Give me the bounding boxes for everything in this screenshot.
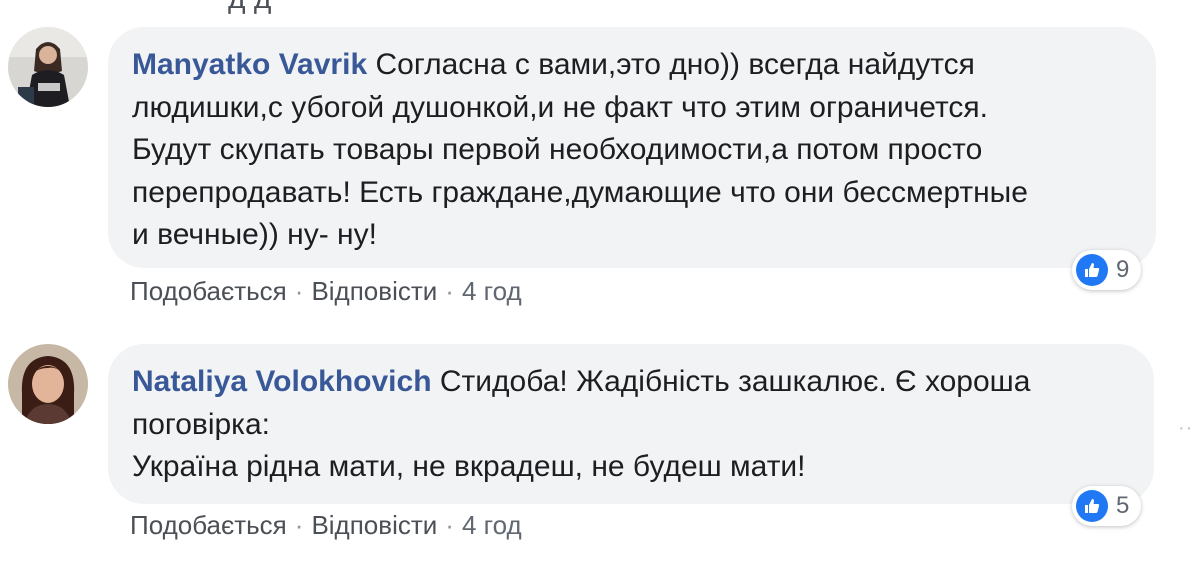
separator: · xyxy=(445,510,454,540)
comment-author[interactable]: Manyatko Vavrik xyxy=(132,48,367,81)
like-icon xyxy=(1076,254,1108,286)
separator: · xyxy=(294,510,304,540)
comment-time[interactable]: 4 год xyxy=(462,276,522,306)
like-link[interactable]: Подобається xyxy=(130,510,287,540)
avatar[interactable] xyxy=(8,344,88,424)
more-options-icon[interactable]: ·· xyxy=(1178,417,1193,440)
cut-off-text: д д xyxy=(228,0,271,16)
comment-time[interactable]: 4 год xyxy=(462,510,522,540)
reply-link[interactable]: Відповісти xyxy=(311,276,437,306)
separator: · xyxy=(294,276,304,306)
comment-actions: Подобається · Відповісти · 4 год xyxy=(130,276,522,307)
separator: · xyxy=(445,276,454,306)
comment-actions: Подобається · Відповісти · 4 год xyxy=(130,510,522,541)
reaction-count: 5 xyxy=(1116,492,1130,519)
comment-bubble: Manyatko Vavrik Согласна с вами,это дно)… xyxy=(108,27,1156,268)
avatar[interactable] xyxy=(8,27,88,107)
comment-author[interactable]: Nataliya Volokhovich xyxy=(132,365,432,398)
like-icon xyxy=(1076,490,1108,522)
like-link[interactable]: Подобається xyxy=(130,276,287,306)
reaction-count: 9 xyxy=(1116,256,1130,283)
reaction-summary[interactable]: 5 xyxy=(1072,486,1142,526)
reaction-summary[interactable]: 9 xyxy=(1072,250,1142,290)
reply-link[interactable]: Відповісти xyxy=(311,510,437,540)
comment-bubble: Nataliya Volokhovich Стидоба! Жадібність… xyxy=(108,344,1154,504)
